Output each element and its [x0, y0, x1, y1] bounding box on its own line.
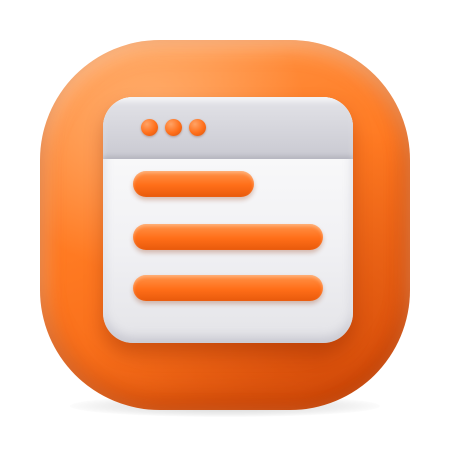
window-dot-icon: [141, 119, 158, 136]
content-line: [133, 224, 323, 250]
window-dot-icon: [165, 119, 182, 136]
browser-window-icon: [103, 97, 353, 343]
window-titlebar: [103, 97, 353, 159]
icon-stage: [0, 0, 450, 450]
window-dot-icon: [189, 119, 206, 136]
content-line-short: [133, 171, 254, 197]
content-line: [133, 275, 323, 301]
